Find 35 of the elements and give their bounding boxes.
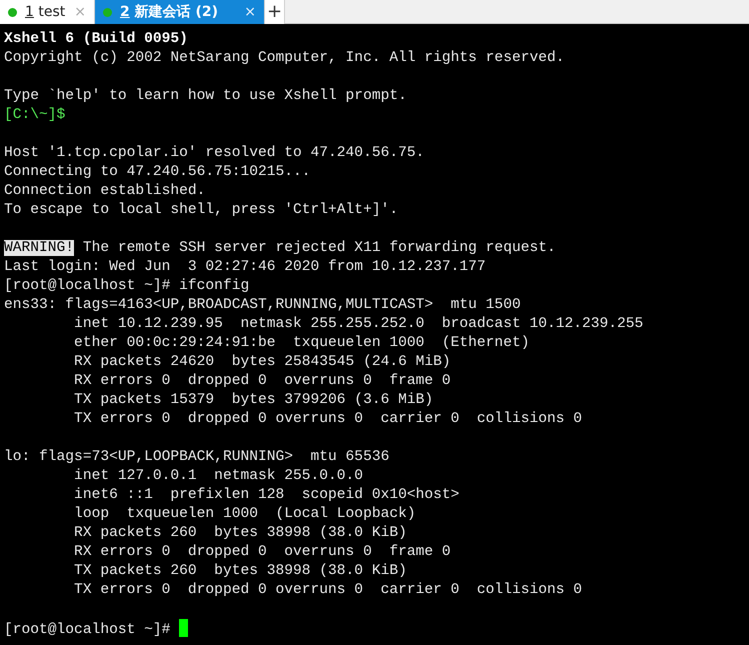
terminal-line: Last login: Wed Jun 3 02:27:46 2020 from 10.12.237.177 (4, 259, 486, 275)
terminal-line: loop txqueuelen 1000 (Local Loopback) (73, 506, 416, 522)
terminal-line: inet 10.12.239.95 netmask 255.255.252.0 broadcast 10.12.239.255 (73, 316, 644, 332)
terminal-line: Copyright (c) 2002 NetSarang Computer, Inc. All rights reserved. (4, 50, 564, 66)
session-tab[interactable]: 1 test × (0, 0, 95, 24)
terminal-line: TX errors 0 dropped 0 overruns 0 carrier 0 collisions 0 (73, 582, 582, 598)
terminal-line: TX packets 15379 bytes 3799206 (3.6 MiB) (73, 392, 434, 408)
terminal-line: Connection established. (4, 183, 206, 199)
prompt-text: [C:\~]$ (4, 107, 66, 123)
terminal-text: The remote SSH server rejected X11 forwarding request. (82, 240, 556, 256)
tab-label: 2 新建会话 (2) (120, 2, 220, 22)
terminal-line: Xshell 6 (Build 0095) (4, 31, 188, 47)
terminal-line: RX errors 0 dropped 0 overruns 0 frame 0 (73, 373, 451, 389)
terminal-line: RX errors 0 dropped 0 overruns 0 frame 0 (73, 544, 451, 560)
terminal-line: Type `help' to learn how to use Xshell prompt. (4, 88, 407, 104)
terminal-line: RX packets 260 bytes 38998 (38.0 KiB) (73, 525, 407, 541)
new-tab-button[interactable]: + (265, 0, 285, 24)
terminal-line: Connecting to 47.240.56.75:10215... (4, 164, 311, 180)
terminal-line: Host '1.tcp.cpolar.io' resolved to 47.240.56.75. (4, 145, 424, 161)
terminal-line: inet6 ::1 prefixlen 128 scopeid 0x10<host> (73, 487, 460, 503)
terminal-line: [root@localhost ~]# (4, 622, 170, 638)
terminal-line: [root@localhost ~]# ifconfig (4, 278, 250, 294)
terminal-line: ens33: flags=4163<UP,BROADCAST,RUNNING,MULTICAST> mtu 1500 (4, 297, 521, 313)
warning-label: WARNING! (4, 240, 74, 256)
terminal-line: lo: flags=73<UP,LOOPBACK,RUNNING> mtu 65536 (4, 449, 390, 465)
tab-label: 1 test (25, 2, 66, 22)
terminal-line: ether 00:0c:29:24:91:be txqueuelen 1000 (Ethernet) (73, 335, 530, 351)
terminal-line: To escape to local shell, press 'Ctrl+Alt+]'. (4, 202, 398, 218)
terminal-line: RX packets 24620 bytes 25843545 (24.6 MiB) (73, 354, 451, 370)
session-tab[interactable]: 2 新建会话 (2) × (95, 0, 265, 24)
close-icon[interactable]: × (244, 2, 256, 22)
terminal-line: TX errors 0 dropped 0 overruns 0 carrier 0 collisions 0 (73, 411, 582, 427)
terminal-line: inet 127.0.0.1 netmask 255.0.0.0 (73, 468, 364, 484)
close-icon[interactable]: × (74, 2, 86, 22)
terminal-line: TX packets 260 bytes 38998 (38.0 KiB) (73, 563, 407, 579)
